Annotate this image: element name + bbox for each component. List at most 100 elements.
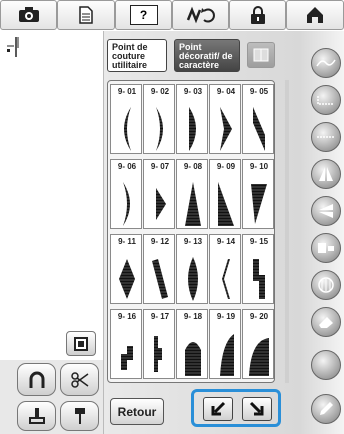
stitch-pattern-icon xyxy=(181,330,205,377)
stitch-pattern-icon xyxy=(148,180,172,227)
stitch-length-button[interactable] xyxy=(311,85,341,115)
stitch-pattern-icon xyxy=(247,330,271,377)
stitch-cell[interactable]: 9- 09 xyxy=(209,159,241,229)
stitch-code: 9- 10 xyxy=(249,162,269,171)
stitch-width-icon xyxy=(317,136,335,138)
tension-icon xyxy=(318,277,334,293)
stitch-code: 9- 08 xyxy=(183,162,203,171)
stitch-cell[interactable]: 9- 06 xyxy=(110,159,142,229)
eraser-icon xyxy=(319,317,333,328)
stitch-code: 9- 09 xyxy=(216,162,236,171)
stitch-pattern-icon xyxy=(115,330,139,377)
stitch-code: 9- 20 xyxy=(249,312,269,321)
scrollbar[interactable] xyxy=(278,80,296,383)
pattern-size-button[interactable] xyxy=(311,233,341,263)
tab-utility-stitches[interactable]: Point de couture utilitaire xyxy=(107,39,167,72)
stitch-code: 9- 12 xyxy=(150,237,170,246)
edit-button[interactable] xyxy=(311,394,341,424)
stitch-code: 9- 18 xyxy=(183,312,203,321)
help-button[interactable]: ? xyxy=(115,0,172,30)
stitch-cell[interactable]: 9- 02 xyxy=(143,84,175,154)
stitch-pattern-icon xyxy=(115,105,139,152)
stitch-cell[interactable]: 9- 03 xyxy=(176,84,208,154)
stitch-code: 9- 02 xyxy=(150,87,170,96)
camera-button[interactable] xyxy=(0,0,57,30)
stitch-pattern-icon xyxy=(181,105,205,152)
size-icon xyxy=(318,243,334,253)
stitch-cell[interactable]: 9- 12 xyxy=(143,234,175,304)
stitch-code: 9- 06 xyxy=(117,162,137,171)
stitch-list-button[interactable] xyxy=(247,42,275,68)
feed-dogs-icon xyxy=(186,6,215,24)
pencil-icon xyxy=(320,402,333,415)
stitch-pattern-icon xyxy=(247,105,271,152)
stitch-cell[interactable]: 9- 17 xyxy=(143,309,175,379)
scissors-icon xyxy=(70,371,88,388)
presser-foot-lift-button[interactable] xyxy=(17,363,56,396)
stitch-cell[interactable]: 9- 04 xyxy=(209,84,241,154)
stitch-pattern-icon xyxy=(247,255,271,302)
stitch-cell[interactable]: 9- 16 xyxy=(110,309,142,379)
stitch-cell[interactable]: 9- 01 xyxy=(110,84,142,154)
stitch-cell[interactable]: 9- 19 xyxy=(209,309,241,379)
stitch-code: 9- 16 xyxy=(117,312,137,321)
camera-icon xyxy=(18,7,39,22)
stitch-pattern-icon xyxy=(181,255,205,302)
stitch-pattern-icon xyxy=(181,180,205,227)
lock-button[interactable] xyxy=(229,0,286,30)
stitch-pattern-icon xyxy=(115,255,139,302)
eraser-button[interactable] xyxy=(311,307,341,337)
stitch-code: 9- 01 xyxy=(117,87,137,96)
home-button[interactable] xyxy=(286,0,344,30)
stitch-cell[interactable]: 9- 18 xyxy=(176,309,208,379)
stitch-code: 9- 11 xyxy=(118,237,136,246)
stitch-cell[interactable]: 9- 11 xyxy=(110,234,142,304)
document-icon xyxy=(79,6,93,24)
stitch-code: 9- 03 xyxy=(183,87,203,96)
home-icon xyxy=(307,7,323,23)
back-button[interactable]: Retour xyxy=(110,398,164,425)
mirror-horizontal-button[interactable] xyxy=(311,196,341,226)
stitch-cell[interactable]: 9- 07 xyxy=(143,159,175,229)
needle-position-icon xyxy=(7,37,19,57)
needle-button[interactable] xyxy=(60,401,99,431)
stitch-cell[interactable]: 9- 10 xyxy=(242,159,274,229)
stitch-cell[interactable]: 9- 05 xyxy=(242,84,274,154)
tension-button[interactable] xyxy=(311,270,341,300)
stitch-loop-icon xyxy=(316,59,336,67)
stitch-cell[interactable]: 9- 08 xyxy=(176,159,208,229)
stitch-grid: 9- 01 9- 02 9- 03 9- 04 9- 05 9- 06 9- 07 9- 08… xyxy=(107,80,275,383)
stitch-pattern-icon xyxy=(214,330,238,377)
stitch-code: 9- 07 xyxy=(150,162,170,171)
mirror-vertical-button[interactable] xyxy=(311,159,341,189)
lock-icon xyxy=(250,6,265,24)
stitch-pattern-icon xyxy=(148,255,172,302)
stitch-width-button[interactable] xyxy=(311,122,341,152)
arrow-down-right-icon xyxy=(249,401,264,416)
stitch-style-button[interactable] xyxy=(311,48,341,78)
stitch-pattern-icon xyxy=(214,180,238,227)
previous-page-button[interactable] xyxy=(203,397,233,421)
book-icon xyxy=(253,48,269,62)
thread-cutter-button[interactable] xyxy=(60,363,99,396)
stitch-cell[interactable]: 9- 14 xyxy=(209,234,241,304)
stitch-code: 9- 04 xyxy=(216,87,236,96)
stitch-cell[interactable]: 9- 15 xyxy=(242,234,274,304)
tab-decorative-stitches[interactable]: Point décoratif/ de caractère xyxy=(174,39,240,72)
stitch-code: 9- 17 xyxy=(150,312,170,321)
document-button[interactable] xyxy=(57,0,115,30)
stitch-cell[interactable]: 9- 20 xyxy=(242,309,274,379)
stitch-code: 9- 15 xyxy=(249,237,269,246)
stitch-pattern-icon xyxy=(247,180,271,227)
mirror-horizontal-icon xyxy=(319,204,333,218)
mirror-vertical-icon xyxy=(319,167,333,181)
presser-foot-icon xyxy=(29,371,44,388)
stitch-pattern-icon xyxy=(115,180,139,227)
feed-dogs-button[interactable] xyxy=(172,0,229,30)
memory-button[interactable] xyxy=(311,350,341,380)
next-page-button[interactable] xyxy=(242,397,272,421)
stitch-cell[interactable]: 9- 13 xyxy=(176,234,208,304)
scrollbar-track xyxy=(285,80,289,383)
spool-button[interactable] xyxy=(66,331,96,356)
presser-foot-button[interactable] xyxy=(17,401,56,431)
